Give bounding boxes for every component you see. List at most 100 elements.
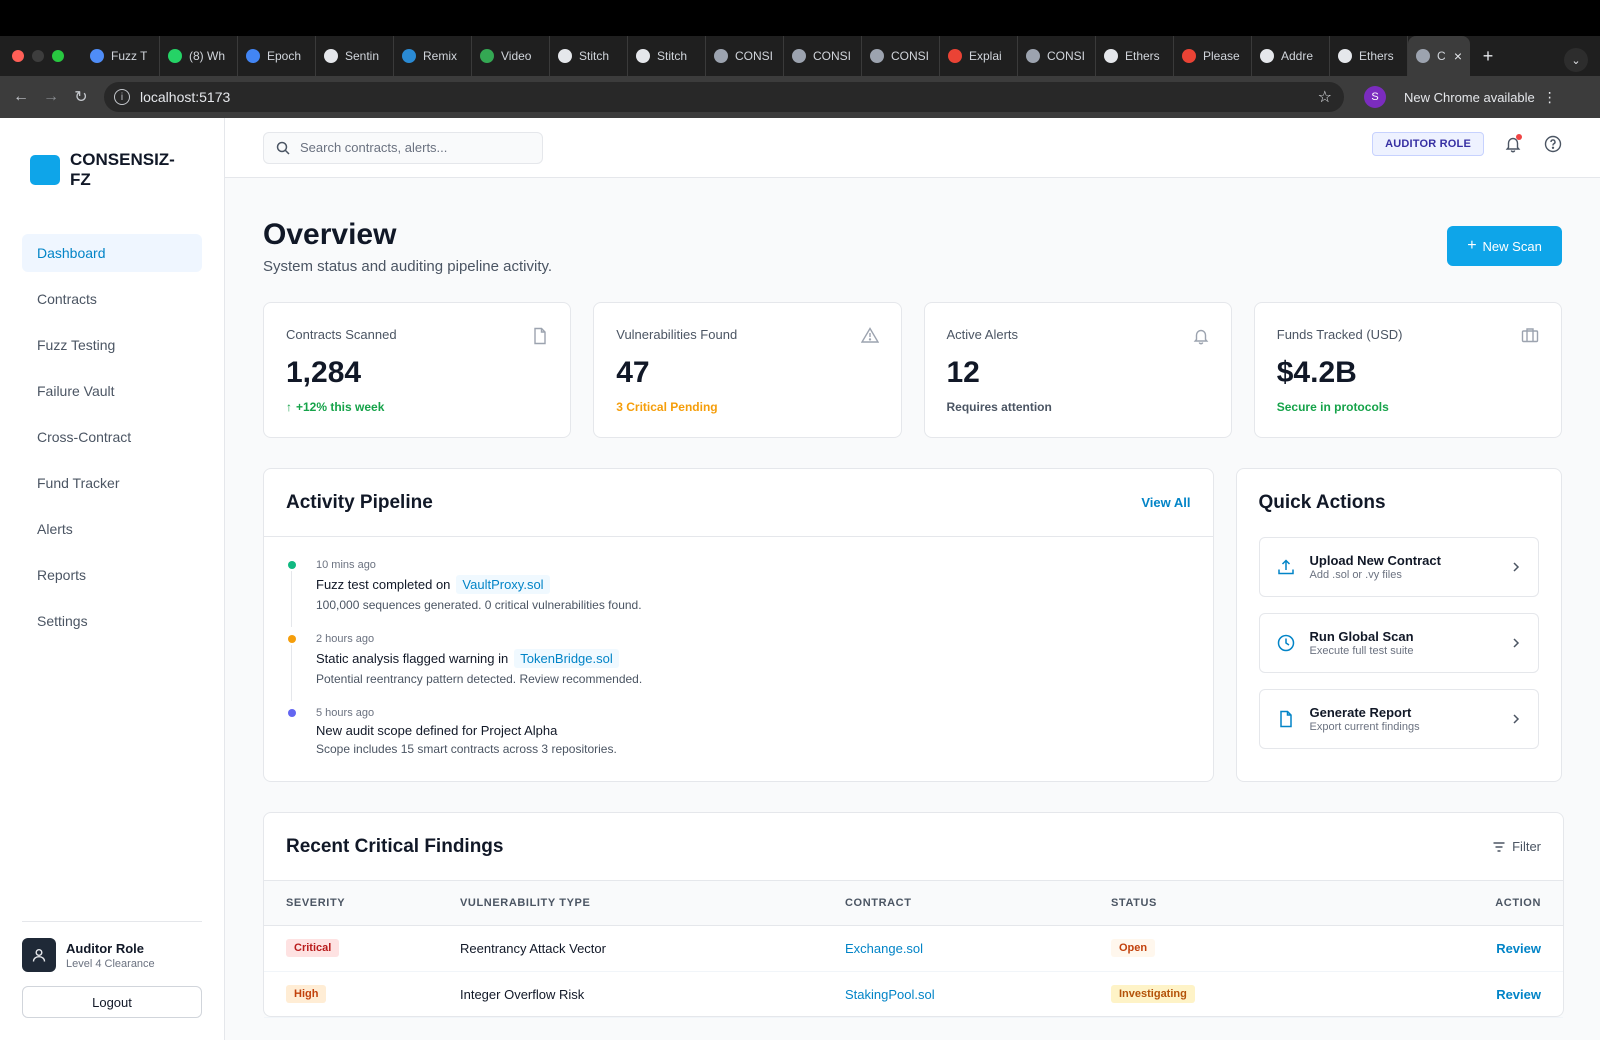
tab-search-button[interactable]: ⌄ <box>1564 48 1588 72</box>
timeline-time: 10 mins ago <box>316 559 376 571</box>
contract-link[interactable]: StakingPool.sol <box>845 987 935 1002</box>
quick-action-generate-report[interactable]: Generate Report Export current findings <box>1258 689 1539 749</box>
search-input[interactable] <box>300 140 530 155</box>
browser-tab-label: Please <box>1203 49 1240 63</box>
chevron-right-icon <box>1512 636 1520 654</box>
browser-tab-label: Fuzz T <box>111 49 148 63</box>
site-info-icon[interactable]: i <box>114 89 130 105</box>
browser-tab[interactable]: Stitch <box>550 36 628 76</box>
address-bar[interactable]: i localhost:5173 ☆ <box>104 82 1344 112</box>
profile-avatar[interactable]: S <box>1364 86 1386 108</box>
browser-tab[interactable]: Epoch <box>238 36 316 76</box>
review-link[interactable]: Review <box>1496 941 1541 956</box>
quick-action-title: Generate Report <box>1309 705 1412 720</box>
stat-value: 1,284 <box>286 356 362 389</box>
stat-value: $4.2B <box>1276 356 1357 389</box>
forward-icon[interactable]: → <box>36 88 66 106</box>
quick-actions-list: Upload New Contract Add .sol or .vy files… <box>1237 537 1561 749</box>
maximize-window-button[interactable] <box>52 50 64 62</box>
browser-tab[interactable]: (8) Wh <box>160 36 238 76</box>
browser-tab-active[interactable]: CC × <box>1408 36 1470 76</box>
browser-tab[interactable]: CONSI <box>862 36 940 76</box>
findings-table-header: SEVERITY VULNERABILITY TYPE CONTRACT STATUS… <box>264 881 1563 926</box>
sidebar-item-cross-contract[interactable]: Cross-Contract <box>22 418 202 456</box>
help-button[interactable] <box>1542 133 1564 155</box>
browser-tab[interactable]: Sentin <box>316 36 394 76</box>
stat-note: Requires attention <box>947 400 1209 414</box>
stat-card: Funds Tracked (USD) $4.2B Secure in protoc… <box>1253 302 1562 438</box>
browser-tab[interactable]: CONSI <box>706 36 784 76</box>
new-scan-button[interactable]: + New Scan <box>1447 226 1562 266</box>
browser-tab-label: Sentin <box>345 49 380 63</box>
bookmark-star-icon[interactable]: ☆ <box>1318 87 1332 107</box>
logout-button[interactable]: Logout <box>22 986 202 1018</box>
chevron-right-icon <box>1512 712 1520 730</box>
user-profile: Auditor Role Level 4 Clearance <box>22 938 202 972</box>
clock-icon <box>1276 633 1296 653</box>
new-scan-label: New Scan <box>1482 238 1542 254</box>
browser-tab[interactable]: Addre <box>1252 36 1330 76</box>
search-box <box>263 131 543 164</box>
sidebar-item-fund-tracker[interactable]: Fund Tracker <box>22 464 202 502</box>
browser-tab[interactable]: CONSI <box>784 36 862 76</box>
globe-icon <box>714 49 728 63</box>
timeline-title: Fuzz test completed on VaultProxy.sol <box>316 575 1213 594</box>
sidebar-item-settings[interactable]: Settings <box>22 602 202 640</box>
browser-tab[interactable]: Explai <box>940 36 1018 76</box>
sidebar-item-reports[interactable]: Reports <box>22 556 202 594</box>
notifications-button[interactable] <box>1502 133 1524 155</box>
browser-tab-label: CONSI <box>891 49 930 63</box>
quick-action-run-global-scan[interactable]: Run Global Scan Execute full test suite <box>1258 613 1539 673</box>
browser-tab[interactable]: CONSI <box>1018 36 1096 76</box>
globe-icon <box>1026 49 1040 63</box>
browser-tab-label: CONSI <box>735 49 774 63</box>
review-link[interactable]: Review <box>1496 987 1541 1002</box>
filter-button[interactable]: Filter <box>1492 839 1541 854</box>
reload-icon[interactable]: ↻ <box>66 87 96 107</box>
timeline-title-text: Fuzz test completed on <box>316 577 451 592</box>
search-icon <box>276 141 290 155</box>
browser-tab[interactable]: Ethers <box>1096 36 1174 76</box>
browser-tab-label: CONSI <box>813 49 852 63</box>
browser-tab[interactable]: Ethers <box>1330 36 1408 76</box>
notification-dot <box>1516 134 1522 140</box>
sidebar-nav: Dashboard Contracts Fuzz Testing Failure Va… <box>0 234 224 640</box>
quick-action-upload-new-contract[interactable]: Upload New Contract Add .sol or .vy files <box>1258 537 1539 597</box>
sidebar-item-contracts[interactable]: Contracts <box>22 280 202 318</box>
page-title: Overview <box>263 218 397 251</box>
contract-chip[interactable]: VaultProxy.sol <box>456 575 550 594</box>
etherscan-icon <box>1260 49 1274 63</box>
browser-tab-label: Addre <box>1281 49 1314 63</box>
docs-icon <box>246 49 260 63</box>
browser-tab[interactable]: Video <box>472 36 550 76</box>
google-icon <box>948 49 962 63</box>
browser-tab[interactable]: Fuzz T <box>82 36 160 76</box>
new-tab-icon[interactable]: + <box>1470 46 1506 67</box>
user-clearance: Level 4 Clearance <box>66 957 155 970</box>
browser-tab[interactable]: Please <box>1174 36 1252 76</box>
chrome-update-button[interactable]: New Chrome available <box>1404 90 1535 105</box>
contract-link[interactable]: Exchange.sol <box>845 941 923 956</box>
etherscan-icon <box>1338 49 1352 63</box>
page-header: Overview System status and auditing pipe… <box>263 178 1562 302</box>
back-icon[interactable]: ← <box>6 88 36 106</box>
minimize-window-button[interactable] <box>32 50 44 62</box>
critical-findings-header: Recent Critical Findings Filter <box>264 813 1563 881</box>
status-cell: Investigating <box>1111 971 1361 1018</box>
close-tab-icon[interactable]: × <box>1454 48 1462 64</box>
etherscan-icon <box>1104 49 1118 63</box>
browser-menu-icon[interactable]: ⋮ <box>1543 89 1557 106</box>
browser-tab[interactable]: Stitch <box>628 36 706 76</box>
close-window-button[interactable] <box>12 50 24 62</box>
browser-tab[interactable]: Remix <box>394 36 472 76</box>
browser-tab-label: CONSI <box>1047 49 1086 63</box>
sidebar-item-dashboard[interactable]: Dashboard <box>22 234 202 272</box>
sidebar-item-alerts[interactable]: Alerts <box>22 510 202 548</box>
sidebar-item-fuzz-testing[interactable]: Fuzz Testing <box>22 326 202 364</box>
dashboard: Overview System status and auditing pipe… <box>225 178 1600 1018</box>
view-all-link[interactable]: View All <box>1141 495 1190 510</box>
gmail-icon <box>1182 49 1196 63</box>
severity-cell: Critical <box>264 925 460 972</box>
sidebar-item-failure-vault[interactable]: Failure Vault <box>22 372 202 410</box>
contract-chip[interactable]: TokenBridge.sol <box>514 649 619 668</box>
